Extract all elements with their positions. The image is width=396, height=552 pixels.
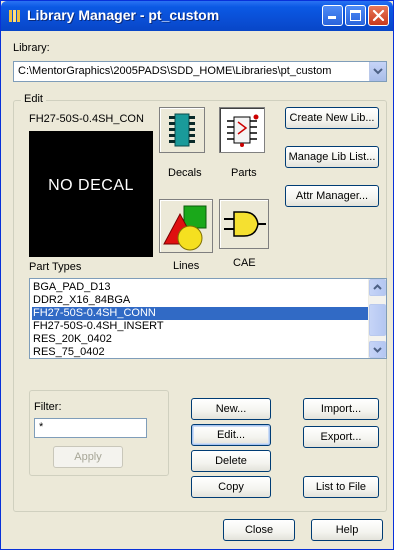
chevron-down-icon xyxy=(373,68,383,75)
part-types-list[interactable]: BGA_PAD_D13 DDR2_X16_84BGA FH27-50S-0.4S… xyxy=(29,278,387,359)
create-new-lib-button[interactable]: Create New Lib... xyxy=(285,107,379,129)
minimize-icon xyxy=(328,16,336,19)
filter-input[interactable]: * xyxy=(34,418,147,438)
cae-button[interactable] xyxy=(219,199,269,249)
lines-label: Lines xyxy=(173,260,200,272)
attr-manager-button[interactable]: Attr Manager... xyxy=(285,185,379,207)
help-button[interactable]: Help xyxy=(311,519,383,541)
close-button[interactable]: Close xyxy=(223,519,295,541)
parts-button[interactable] xyxy=(219,107,265,153)
list-item[interactable]: RES_20K_0402 xyxy=(32,333,368,346)
library-label: Library: xyxy=(13,42,50,54)
minimize-button[interactable] xyxy=(322,5,343,26)
list-item[interactable]: RES_75_0402 xyxy=(32,346,368,358)
manage-lib-list-button[interactable]: Manage Lib List... xyxy=(285,146,379,168)
new-button[interactable]: New... xyxy=(191,398,271,420)
maximize-button[interactable] xyxy=(345,5,366,26)
parts-label: Parts xyxy=(231,167,257,179)
import-button[interactable]: Import... xyxy=(303,398,379,420)
decals-button[interactable] xyxy=(159,107,205,153)
library-select[interactable]: C:\MentorGraphics\2005PADS\SDD_HOME\Libr… xyxy=(13,61,387,82)
export-button[interactable]: Export... xyxy=(303,426,379,448)
edit-group-label: Edit xyxy=(21,93,46,105)
chevron-down-icon xyxy=(373,347,382,353)
title-bar[interactable]: Library Manager - pt_custom xyxy=(1,1,393,31)
apply-button[interactable]: Apply xyxy=(53,446,123,468)
close-window-button[interactable] xyxy=(368,5,389,26)
list-to-file-button[interactable]: List to File xyxy=(303,476,379,498)
cae-label: CAE xyxy=(233,257,256,269)
window-title: Library Manager - pt_custom xyxy=(27,7,220,23)
decal-preview: NO DECAL xyxy=(29,131,153,257)
filter-value: * xyxy=(39,421,44,433)
copy-button[interactable]: Copy xyxy=(191,476,271,498)
current-part-name: FH27-50S-0.4SH_CON xyxy=(29,113,144,125)
scroll-down-button[interactable] xyxy=(369,341,386,358)
part-types-label: Part Types xyxy=(29,261,82,273)
delete-button[interactable]: Delete xyxy=(191,450,271,472)
list-scrollbar[interactable] xyxy=(368,279,386,358)
chevron-up-icon xyxy=(373,284,382,290)
decals-chip-icon xyxy=(169,113,195,147)
close-icon xyxy=(372,9,385,22)
library-manager-window: Library Manager - pt_custom Library: C:\… xyxy=(0,0,394,550)
decals-label: Decals xyxy=(168,167,202,179)
list-item[interactable]: FH27-50S-0.4SH_INSERT xyxy=(32,320,368,333)
edit-button[interactable]: Edit... xyxy=(191,424,271,446)
library-path: C:\MentorGraphics\2005PADS\SDD_HOME\Libr… xyxy=(18,65,332,77)
parts-chip-icon xyxy=(227,114,259,147)
library-dropdown-button[interactable] xyxy=(369,62,386,81)
lines-button[interactable] xyxy=(159,199,213,253)
scroll-thumb[interactable] xyxy=(369,304,386,336)
filter-label: Filter: xyxy=(34,401,62,413)
maximize-icon xyxy=(350,10,361,21)
list-item-selected[interactable]: FH27-50S-0.4SH_CONN xyxy=(32,307,368,320)
app-icon xyxy=(9,10,20,22)
list-item[interactable]: DDR2_X16_84BGA xyxy=(32,294,368,307)
scroll-up-button[interactable] xyxy=(369,279,386,296)
list-item[interactable]: BGA_PAD_D13 xyxy=(32,281,368,294)
preview-text: NO DECAL xyxy=(48,177,134,194)
cae-gate-icon xyxy=(224,211,266,237)
lines-shapes-icon xyxy=(163,205,207,251)
